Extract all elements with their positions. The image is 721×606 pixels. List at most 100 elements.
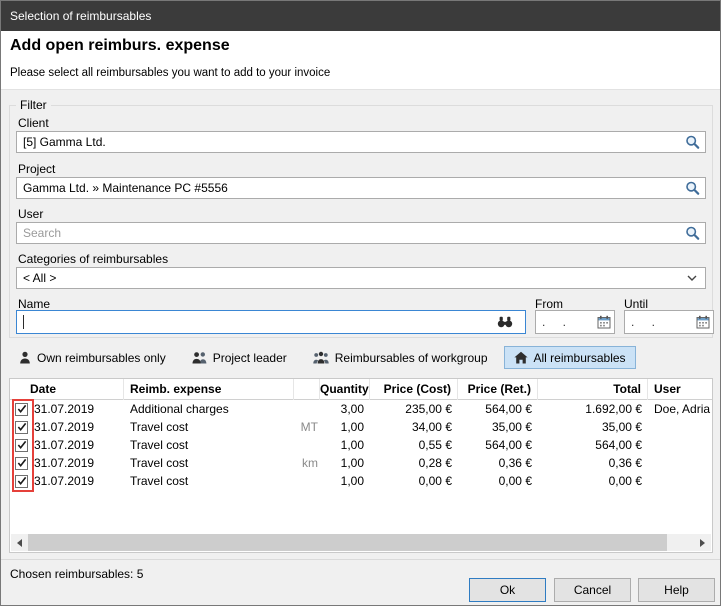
help-button[interactable]: Help [638,578,715,602]
tab-own-reimbursables-only[interactable]: Own reimbursables only [9,346,176,369]
chevron-down-icon [687,275,697,281]
search-icon[interactable] [685,181,700,196]
tab-project-leader[interactable]: Project leader [182,346,297,369]
until-date-input[interactable]: . . [624,310,714,334]
until-value: . . [631,315,662,329]
cell-user [648,418,712,436]
cell-expense: Additional charges [124,400,294,418]
col-date[interactable]: Date [10,379,124,400]
cell-price-ret: 35,00 € [458,418,538,436]
arrow-left-icon [17,539,22,547]
cell-unit [294,400,320,418]
cell-user [648,436,712,454]
tab-all-reimbursables[interactable]: All reimbursables [504,346,636,369]
cell-expense: Travel cost [124,436,294,454]
cell-unit [294,436,320,454]
col-unit[interactable] [294,379,320,400]
cell-quantity: 1,00 [320,418,370,436]
cell-total: 35,00 € [538,418,648,436]
binoculars-icon[interactable] [497,316,513,328]
row-checkbox[interactable] [15,421,28,434]
categories-label: Categories of reimbursables [18,252,168,266]
col-user[interactable]: User [648,379,712,400]
project-label: Project [18,162,55,176]
cell-user [648,454,712,472]
tab-label: Project leader [213,351,287,365]
col-price-cost[interactable]: Price (Cost) [370,379,458,400]
user-label: User [18,207,43,221]
cell-price-cost: 0,00 € [370,472,458,490]
cell-total: 0,00 € [538,472,648,490]
chosen-count-status: Chosen reimbursables: 5 [10,567,143,581]
cell-date: 31.07.2019 [32,436,124,454]
checkbox-cell [10,472,32,490]
row-checkbox[interactable] [15,439,28,452]
col-price-ret[interactable]: Price (Ret.) [458,379,538,400]
project-input[interactable]: Gamma Ltd. » Maintenance PC #5556 [16,177,706,199]
table-row[interactable]: 31.07.2019Additional charges3,00235,00 €… [10,400,712,418]
checkbox-cell [10,418,32,436]
cell-quantity: 3,00 [320,400,370,418]
name-label: Name [18,297,50,311]
categories-dropdown[interactable]: < All > [16,267,706,289]
cell-price-cost: 0,28 € [370,454,458,472]
checkbox-cell [10,436,32,454]
group-icon [313,351,329,364]
search-icon[interactable] [685,135,700,150]
calendar-icon[interactable] [597,315,611,329]
until-label: Until [624,297,648,311]
calendar-icon[interactable] [696,315,710,329]
row-checkbox[interactable] [15,403,28,416]
table-row[interactable]: 31.07.2019Travel costMT1,0034,00 €35,00 … [10,418,712,436]
search-icon[interactable] [685,226,700,241]
page-title: Add open reimburs. expense [10,37,230,55]
categories-value: < All > [23,271,56,285]
checkbox-cell [10,454,32,472]
selection-of-reimbursables-dialog: Selection of reimbursables Add open reim… [0,0,721,606]
horizontal-scrollbar[interactable] [11,534,711,551]
table-row[interactable]: 31.07.2019Travel cost1,000,55 €564,00 €5… [10,436,712,454]
reimbursables-table: Date Reimb. expense Quantity Price (Cost… [9,378,713,553]
from-date-input[interactable]: . . [535,310,615,334]
cell-date: 31.07.2019 [32,472,124,490]
cell-quantity: 1,00 [320,454,370,472]
text-caret [23,315,24,329]
cell-date: 31.07.2019 [32,418,124,436]
col-quantity[interactable]: Quantity [320,379,370,400]
scroll-left-button[interactable] [11,534,28,551]
client-input[interactable]: [5] Gamma Ltd. [16,131,706,153]
row-checkbox[interactable] [15,457,28,470]
table-row[interactable]: 31.07.2019Travel costkm1,000,28 €0,36 €0… [10,454,712,472]
scrollbar-track[interactable] [28,534,694,551]
client-label: Client [18,116,49,130]
person-icon [19,351,31,364]
cell-quantity: 1,00 [320,472,370,490]
user-search-input[interactable]: Search [16,222,706,244]
cell-user: Doe, Adria [648,400,712,418]
col-expense[interactable]: Reimb. expense [124,379,294,400]
name-search-input[interactable] [16,310,526,334]
window-title: Selection of reimbursables [10,9,151,23]
arrow-right-icon [700,539,705,547]
cell-expense: Travel cost [124,472,294,490]
cell-unit [294,472,320,490]
cell-price-cost: 235,00 € [370,400,458,418]
scrollbar-thumb[interactable] [28,534,667,551]
people-icon [192,351,207,364]
cancel-button[interactable]: Cancel [554,578,631,602]
page-subtitle: Please select all reimbursables you want… [10,67,330,79]
project-value: Gamma Ltd. » Maintenance PC #5556 [23,181,228,195]
row-checkbox[interactable] [15,475,28,488]
ok-button[interactable]: Ok [469,578,546,602]
table-row[interactable]: 31.07.2019Travel cost1,000,00 €0,00 €0,0… [10,472,712,490]
cell-price-ret: 0,36 € [458,454,538,472]
scroll-right-button[interactable] [694,534,711,551]
col-total[interactable]: Total [538,379,648,400]
table-body: 31.07.2019Additional charges3,00235,00 €… [10,400,712,490]
window-titlebar[interactable]: Selection of reimbursables [1,1,720,31]
filter-legend: Filter [16,98,51,112]
cell-price-cost: 0,55 € [370,436,458,454]
tabs-row: Own reimbursables only Project leader Reim… [9,346,636,369]
tab-reimbursables-of-workgroup[interactable]: Reimbursables of workgroup [303,346,498,369]
cell-expense: Travel cost [124,418,294,436]
